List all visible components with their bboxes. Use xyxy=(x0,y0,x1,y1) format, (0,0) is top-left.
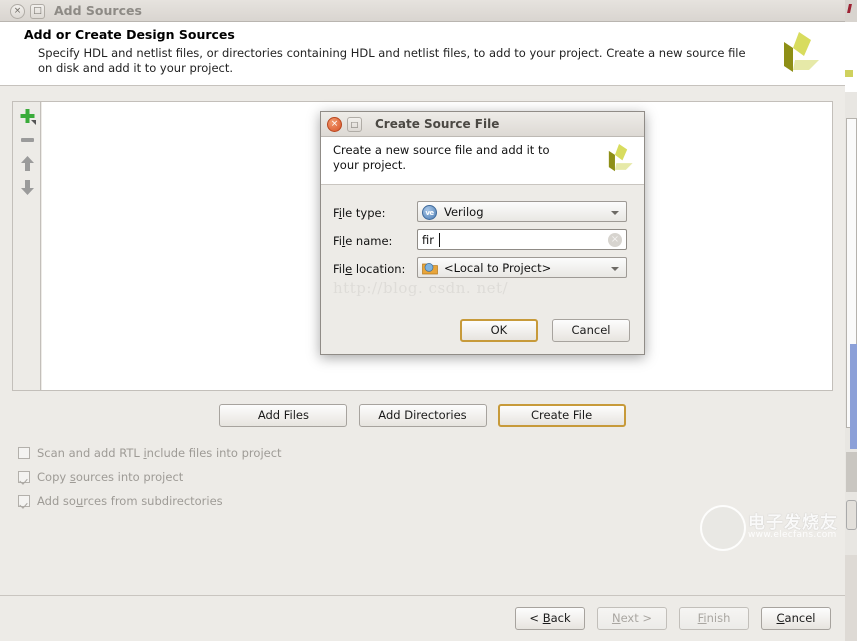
add-files-button[interactable]: Add Files xyxy=(219,404,348,427)
dialog-buttons: OK Cancel xyxy=(451,319,630,342)
dialog-title: Create Source File xyxy=(375,117,500,131)
file-type-combo[interactable]: ve Verilog xyxy=(417,201,627,222)
ok-button[interactable]: OK xyxy=(459,319,538,342)
file-location-combo[interactable]: <Local to Project> xyxy=(417,257,627,278)
add-subdirs-checkbox[interactable] xyxy=(18,495,30,507)
add-directories-button[interactable]: Add Directories xyxy=(358,404,487,427)
bg-accent xyxy=(847,4,852,13)
scan-rtl-label: Scan and add RTL include files into proj… xyxy=(37,446,282,460)
source-action-buttons: Add Files Add Directories Create File xyxy=(0,404,845,427)
file-type-row: File type: ve Verilog xyxy=(333,201,644,229)
dialog-close-icon[interactable]: × xyxy=(327,117,342,132)
window-titlebar: × □ Add Sources xyxy=(0,0,845,22)
file-type-select[interactable]: ve Verilog xyxy=(417,201,627,222)
bg-selection xyxy=(850,344,857,449)
file-name-label: File name: xyxy=(333,234,393,248)
window-close-icon[interactable]: × xyxy=(10,4,25,19)
move-down-icon[interactable] xyxy=(18,178,37,197)
back-button[interactable]: < Back xyxy=(515,607,585,630)
source-options: Scan and add RTL include files into proj… xyxy=(18,441,282,513)
dialog-cancel-button[interactable]: Cancel xyxy=(552,319,630,342)
file-name-row: File name: fir × xyxy=(333,229,644,257)
verilog-icon: ve xyxy=(422,205,437,220)
wizard-header: Add or Create Design Sources Specify HDL… xyxy=(0,22,845,86)
cancel-button[interactable]: Cancel xyxy=(761,607,831,630)
file-location-label: File location: xyxy=(333,262,406,276)
file-name-input[interactable]: fir × xyxy=(417,229,627,250)
page-subtitle: Specify HDL and netlist files, or direct… xyxy=(38,46,746,75)
finish-button: Finish xyxy=(679,607,749,630)
option-add-subdirectories[interactable]: Add sources from subdirectories xyxy=(18,489,282,513)
clear-icon[interactable]: × xyxy=(608,233,622,247)
copy-sources-checkbox[interactable] xyxy=(18,471,30,483)
chevron-down-icon[interactable] xyxy=(611,211,619,215)
bg-titlebar xyxy=(844,0,857,22)
xilinx-logo xyxy=(608,144,633,172)
file-name-input-wrap[interactable]: fir × xyxy=(417,229,627,250)
window-title: Add Sources xyxy=(54,3,142,18)
move-up-icon[interactable] xyxy=(18,154,37,173)
chevron-down-icon[interactable] xyxy=(611,267,619,271)
file-location-select[interactable]: <Local to Project> xyxy=(417,257,627,278)
create-source-file-dialog: × □ Create Source File Create a new sour… xyxy=(320,111,645,355)
file-name-value: fir xyxy=(422,233,434,247)
xilinx-logo xyxy=(784,32,819,72)
file-type-label: File type: xyxy=(333,206,386,220)
option-scan-rtl-include[interactable]: Scan and add RTL include files into proj… xyxy=(18,441,282,465)
bg-logo xyxy=(844,70,853,77)
bg-lower-panel xyxy=(846,452,857,492)
text-caret xyxy=(439,233,440,247)
sources-toolbar xyxy=(13,102,41,390)
folder-icon xyxy=(422,263,438,275)
remove-icon[interactable] xyxy=(18,130,37,149)
background-window-sliver xyxy=(844,0,857,555)
add-icon[interactable] xyxy=(18,107,37,126)
dialog-maximize-icon[interactable]: □ xyxy=(347,117,362,132)
file-location-value: <Local to Project> xyxy=(444,261,552,275)
add-subdirs-label: Add sources from subdirectories xyxy=(37,494,223,508)
page-title: Add or Create Design Sources xyxy=(24,27,235,42)
bg-header xyxy=(844,22,857,92)
bg-button xyxy=(846,500,857,530)
dialog-titlebar: × □ Create Source File xyxy=(321,112,644,137)
copy-sources-label: Copy sources into project xyxy=(37,470,184,484)
create-file-button[interactable]: Create File xyxy=(497,404,626,427)
dialog-banner: Create a new source file and add it to y… xyxy=(321,137,644,185)
wizard-footer: < Back Next > Finish Cancel xyxy=(0,595,845,641)
file-location-row: File location: <Local to Project> xyxy=(333,257,644,285)
scan-rtl-checkbox[interactable] xyxy=(18,447,30,459)
next-button: Next > xyxy=(597,607,667,630)
dialog-banner-text: Create a new source file and add it to y… xyxy=(333,143,550,172)
file-type-value: Verilog xyxy=(444,205,484,219)
option-copy-sources[interactable]: Copy sources into project xyxy=(18,465,282,489)
window-maximize-icon[interactable]: □ xyxy=(30,4,45,19)
bg-panel xyxy=(846,118,857,449)
dialog-form: File type: ve Verilog File name: fir × F xyxy=(321,185,644,285)
